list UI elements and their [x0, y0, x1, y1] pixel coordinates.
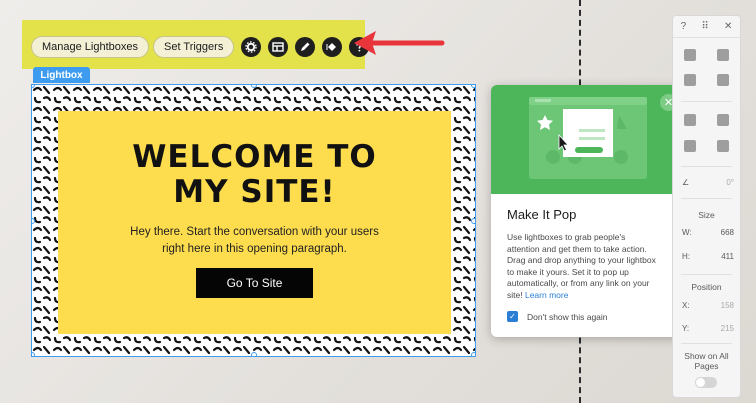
make-it-pop-panel: ✕ Make It Pop Use lightboxes to grab peo…: [491, 85, 685, 337]
divider: [681, 343, 732, 344]
red-arrow-annotation: [354, 31, 445, 55]
resize-handle-b[interactable]: [251, 352, 257, 356]
set-triggers-button[interactable]: Set Triggers: [153, 36, 235, 58]
gear-icon[interactable]: [241, 37, 262, 57]
align-center-icon[interactable]: [683, 140, 696, 152]
divider: [681, 274, 732, 275]
popup-body-last: site!: [507, 289, 523, 300]
resize-handle-br[interactable]: [471, 352, 475, 356]
duplicate-icon[interactable]: [683, 74, 696, 86]
align-row: [673, 140, 740, 152]
show-all-label-2: Pages: [694, 361, 719, 371]
align-middle-icon[interactable]: [717, 140, 730, 152]
width-row: W: 668: [682, 228, 734, 237]
x-input[interactable]: 158: [721, 301, 734, 310]
manage-lightboxes-button[interactable]: Manage Lightboxes: [31, 36, 150, 58]
welcome-paragraph: Hey there. Start the conversation with y…: [58, 224, 451, 258]
send-backward-icon[interactable]: [717, 114, 730, 126]
divider: [681, 198, 732, 199]
dont-show-checkbox[interactable]: ✓: [507, 311, 518, 322]
y-row: Y: 215: [682, 324, 734, 333]
illustration-graphic: [529, 97, 647, 179]
duplicate-row: [673, 74, 740, 86]
popup-body: Use lightboxes to grab people's attentio…: [507, 232, 683, 301]
popup-body-line: to make it yours. Set it to pop up: [507, 266, 629, 277]
height-row: H: 411: [682, 252, 734, 261]
help-button[interactable]: ?: [681, 21, 687, 32]
dont-show-label: Don't show this again: [527, 311, 608, 322]
trash-icon[interactable]: [717, 74, 730, 86]
popup-body-line: attention and get them to take action.: [507, 243, 647, 254]
arrange-row: [673, 114, 740, 126]
divider: [681, 101, 732, 102]
go-to-site-button[interactable]: Go To Site: [196, 268, 313, 298]
height-input[interactable]: 411: [721, 252, 734, 261]
width-input[interactable]: 668: [721, 228, 734, 237]
popup-title: Make It Pop: [507, 207, 577, 222]
show-all-label-1: Show on All: [684, 351, 729, 361]
drag-handle-icon[interactable]: ⠿: [701, 21, 708, 32]
x-row: X: 158: [682, 301, 734, 310]
headline-line-2: MY SITE!: [173, 174, 336, 210]
copy-icon[interactable]: [683, 49, 696, 61]
close-panel-button[interactable]: ✕: [724, 21, 732, 32]
pen-icon[interactable]: [295, 37, 316, 57]
paragraph-line-2: right here in this opening paragraph.: [162, 243, 347, 255]
welcome-card: WELCOME TO MY SITE! Hey there. Start the…: [58, 111, 451, 334]
learn-more-link[interactable]: Learn more: [525, 290, 568, 300]
lightbox-tag: Lightbox: [33, 67, 90, 83]
popup-body-line: Use lightboxes to grab people's: [507, 232, 626, 242]
height-label: H:: [682, 252, 690, 261]
bring-forward-icon[interactable]: [683, 114, 696, 126]
headline-line-1: WELCOME TO: [132, 139, 377, 175]
resize-handle-bl[interactable]: [32, 352, 35, 356]
rotate-icon[interactable]: ∠: [682, 178, 689, 187]
copy-row: [673, 49, 740, 61]
popup-body-line: Drag and drop anything to your lightbox: [507, 255, 656, 265]
panel-header: ? ⠿ ✕: [673, 16, 740, 38]
width-label: W:: [682, 228, 692, 237]
layout-icon[interactable]: [268, 37, 289, 57]
position-label: Position: [691, 282, 722, 292]
lightbox-toolbar: Manage Lightboxes Set Triggers: [31, 36, 370, 58]
paste-icon[interactable]: [717, 49, 730, 61]
divider: [681, 166, 732, 167]
rotation-row: ∠ 0°: [682, 178, 734, 187]
x-label: X:: [682, 301, 690, 310]
size-label: Size: [698, 210, 715, 220]
properties-panel: ? ⠿ ✕ ∠ 0° Size W: 668 H: 411 Position X…: [672, 15, 741, 398]
welcome-headline: WELCOME TO MY SITE!: [58, 140, 451, 210]
dont-show-row[interactable]: ✓ Don't show this again: [507, 311, 608, 322]
animation-icon[interactable]: [322, 37, 343, 57]
resize-handle-r[interactable]: [471, 218, 475, 224]
popup-body-line: automatically, or from any link on your: [507, 278, 650, 288]
y-input[interactable]: 215: [721, 324, 734, 333]
popup-body-line-last: site! Learn more: [507, 290, 683, 302]
y-label: Y:: [682, 324, 690, 333]
lightbox-illustration: ✕: [491, 85, 685, 194]
show-on-all-pages-toggle[interactable]: [695, 377, 717, 388]
lightbox-container[interactable]: WELCOME TO MY SITE! Hey there. Start the…: [31, 84, 476, 357]
resize-handle-tr[interactable]: [471, 85, 475, 88]
paragraph-line-1: Hey there. Start the conversation with y…: [130, 226, 379, 238]
rotation-value[interactable]: 0°: [726, 178, 734, 187]
